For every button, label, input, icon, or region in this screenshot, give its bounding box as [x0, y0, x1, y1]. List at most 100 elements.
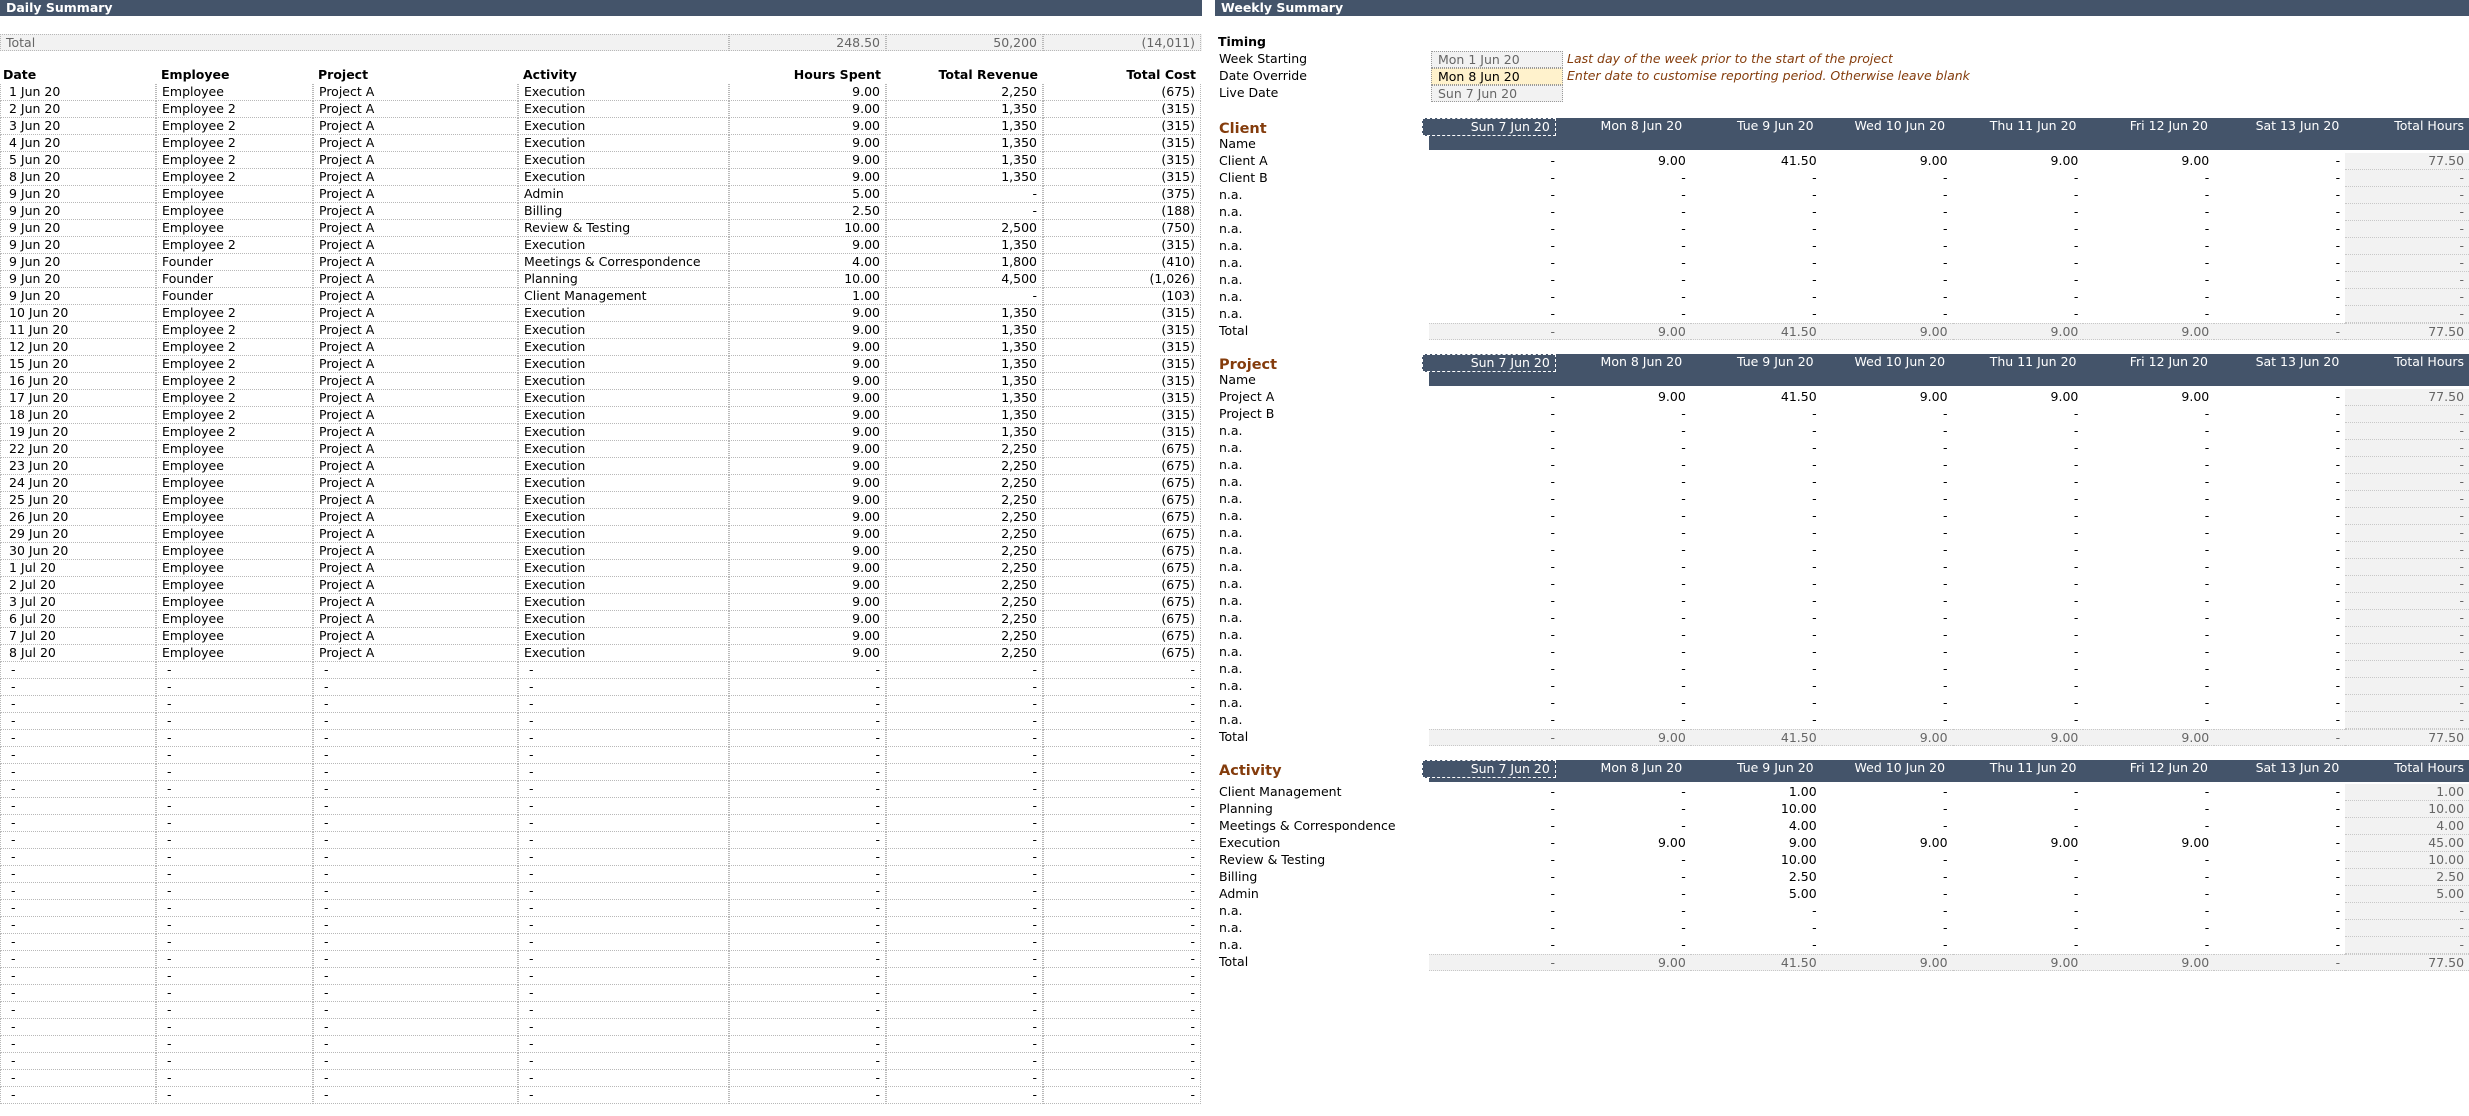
day-header[interactable]: Wed 10 Jun 20 — [1819, 760, 1950, 778]
day-header[interactable]: Sun 7 Jun 20 — [1422, 118, 1556, 136]
blank-row[interactable]: ------- — [0, 1070, 1202, 1087]
section-total-row[interactable]: Total -9.00 41.50 9.00 9.00 9.00-77.50 — [1215, 323, 2469, 340]
day-header[interactable]: Total Hours — [2344, 354, 2469, 372]
day-header[interactable]: Fri 12 Jun 20 — [2081, 760, 2212, 778]
section-row[interactable]: n.a. - - - - - - - - — [1215, 593, 2469, 610]
table-row[interactable]: 24 Jun 20 Employee Project A Execution 9.00 2… — [0, 475, 1202, 492]
table-row[interactable]: 17 Jun 20 Employee 2 Project A Execution 9.0… — [0, 390, 1202, 407]
section-row[interactable]: n.a. - - - - - - - - — [1215, 937, 2469, 954]
day-header[interactable]: Tue 9 Jun 20 — [1687, 118, 1818, 136]
blank-row[interactable]: ------- — [0, 747, 1202, 764]
section-row[interactable]: n.a. - - - - - - - - — [1215, 610, 2469, 627]
section-row[interactable]: Project B-------- — [1215, 406, 2469, 423]
day-header[interactable]: Fri 12 Jun 20 — [2081, 354, 2212, 372]
section-row[interactable]: Execution -9.00 9.00 9.00 9.00 9.00-45.00 — [1215, 835, 2469, 852]
table-row[interactable]: 19 Jun 20 Employee 2 Project A Execution 9.0… — [0, 424, 1202, 441]
section-row[interactable]: Planning - -10.00- - - -10.00 — [1215, 801, 2469, 818]
section-row[interactable]: Billing - -2.50- - - -2.50 — [1215, 869, 2469, 886]
table-row[interactable]: 2 Jul 20 Employee Project A Execution 9.00 2,… — [0, 577, 1202, 594]
blank-row[interactable]: ------- — [0, 849, 1202, 866]
section-row[interactable]: n.a. - - - - - - - - — [1215, 627, 2469, 644]
table-row[interactable]: 18 Jun 20 Employee 2 Project A Execution 9.0… — [0, 407, 1202, 424]
blank-row[interactable]: ------- — [0, 679, 1202, 696]
blank-row[interactable]: ------- — [0, 798, 1202, 815]
section-row[interactable]: n.a. - - - - - - - - — [1215, 272, 2469, 289]
table-row[interactable]: 2 Jun 20 Employee 2 Project A Execution 9.00… — [0, 101, 1202, 118]
table-row[interactable]: 29 Jun 20 Employee Project A Execution 9.00 2… — [0, 526, 1202, 543]
blank-row[interactable]: ------- — [0, 951, 1202, 968]
table-row[interactable]: 9 Jun 20 Founder Project A Planning 10.00 4,5… — [0, 271, 1202, 288]
section-row[interactable]: n.a. - - - - - - - - — [1215, 491, 2469, 508]
section-row[interactable]: n.a. - - - - - - - - — [1215, 678, 2469, 695]
section-row[interactable]: Admin - -5.00- - - -5.00 — [1215, 886, 2469, 903]
section-row[interactable]: n.a. - - - - - - - - — [1215, 423, 2469, 440]
day-header[interactable]: Tue 9 Jun 20 — [1687, 354, 1818, 372]
day-header[interactable]: Sat 13 Jun 20 — [2213, 354, 2344, 372]
section-row[interactable]: n.a. - - - - - - - - — [1215, 920, 2469, 937]
day-header[interactable]: Thu 11 Jun 20 — [1950, 354, 2081, 372]
day-header[interactable]: Total Hours — [2344, 760, 2469, 778]
table-row[interactable]: 9 Jun 20 Employee Project A Review & Testin… — [0, 220, 1202, 237]
table-row[interactable]: 12 Jun 20 Employee 2 Project A Execution 9.0… — [0, 339, 1202, 356]
blank-row[interactable]: ------- — [0, 866, 1202, 883]
day-header[interactable]: Wed 10 Jun 20 — [1819, 354, 1950, 372]
timing-input[interactable]: Mon 1 Jun 20 — [1431, 51, 1563, 68]
table-row[interactable]: 5 Jun 20 Employee 2 Project A Execution 9.00… — [0, 152, 1202, 169]
section-row[interactable]: n.a. - - - - - - - - — [1215, 695, 2469, 712]
table-row[interactable]: 1 Jul 20 Employee Project A Execution 9.00 2,… — [0, 560, 1202, 577]
blank-row[interactable]: ------- — [0, 815, 1202, 832]
blank-row[interactable]: ------- — [0, 713, 1202, 730]
blank-row[interactable]: ------- — [0, 764, 1202, 781]
table-row[interactable]: 9 Jun 20 Founder Project A Meetings & Corre… — [0, 254, 1202, 271]
section-row[interactable]: n.a. - - - - - - - - — [1215, 712, 2469, 729]
day-header[interactable]: Fri 12 Jun 20 — [2081, 118, 2212, 136]
table-row[interactable]: 9 Jun 20 Employee 2 Project A Execution 9.00… — [0, 237, 1202, 254]
table-row[interactable]: 3 Jul 20 Employee Project A Execution 9.00 2,… — [0, 594, 1202, 611]
table-row[interactable]: 15 Jun 20 Employee 2 Project A Execution 9.0… — [0, 356, 1202, 373]
day-header[interactable]: Sun 7 Jun 20 — [1422, 760, 1556, 778]
section-row[interactable]: n.a. - - - - - - - - — [1215, 238, 2469, 255]
section-total-row[interactable]: Total -9.00 41.50 9.00 9.00 9.00-77.50 — [1215, 729, 2469, 746]
blank-row[interactable]: ------- — [0, 968, 1202, 985]
section-row[interactable]: n.a. - - - - - - - - — [1215, 542, 2469, 559]
table-row[interactable]: 8 Jun 20 Employee 2 Project A Execution 9.00… — [0, 169, 1202, 186]
section-row[interactable]: n.a. - - - - - - - - — [1215, 457, 2469, 474]
table-row[interactable]: 25 Jun 20 Employee Project A Execution 9.00 2… — [0, 492, 1202, 509]
section-row[interactable]: n.a. - - - - - - - - — [1215, 474, 2469, 491]
table-row[interactable]: 26 Jun 20 Employee Project A Execution 9.00 2… — [0, 509, 1202, 526]
section-row[interactable]: Project A -9.00 41.50 9.00 9.00 9.00-77.50 — [1215, 389, 2469, 406]
day-header[interactable]: Total Hours — [2344, 118, 2469, 136]
blank-row[interactable]: ------- — [0, 1036, 1202, 1053]
table-row[interactable]: 1 Jun 20 Employee Project A Execution 9.00 2,… — [0, 84, 1202, 101]
table-row[interactable]: 3 Jun 20 Employee 2 Project A Execution 9.00… — [0, 118, 1202, 135]
blank-row[interactable]: ------- — [0, 917, 1202, 934]
section-row[interactable]: n.a. - - - - - - - - — [1215, 204, 2469, 221]
day-header[interactable]: Tue 9 Jun 20 — [1687, 760, 1818, 778]
blank-row[interactable]: ------- — [0, 696, 1202, 713]
day-header[interactable]: Mon 8 Jun 20 — [1556, 354, 1687, 372]
blank-row[interactable]: ------- — [0, 1002, 1202, 1019]
blank-row[interactable]: ------- — [0, 781, 1202, 798]
table-row[interactable]: 9 Jun 20 Employee Project A Billing 2.50- (18… — [0, 203, 1202, 220]
day-header[interactable]: Sat 13 Jun 20 — [2213, 118, 2344, 136]
section-total-row[interactable]: Total -9.00 41.50 9.00 9.00 9.00-77.50 — [1215, 954, 2469, 971]
section-row[interactable]: n.a. - - - - - - - - — [1215, 187, 2469, 204]
section-row[interactable]: n.a. - - - - - - - - — [1215, 221, 2469, 238]
table-row[interactable]: 9 Jun 20 Founder Project A Client Managemen… — [0, 288, 1202, 305]
section-row[interactable]: n.a. - - - - - - - - — [1215, 559, 2469, 576]
section-row[interactable]: n.a. - - - - - - - - — [1215, 903, 2469, 920]
blank-row[interactable]: ------- — [0, 730, 1202, 747]
table-row[interactable]: 30 Jun 20 Employee Project A Execution 9.00 2… — [0, 543, 1202, 560]
blank-row[interactable]: ------- — [0, 934, 1202, 951]
blank-row[interactable]: ------- — [0, 832, 1202, 849]
section-row[interactable]: n.a. - - - - - - - - — [1215, 255, 2469, 272]
day-header[interactable]: Wed 10 Jun 20 — [1819, 118, 1950, 136]
section-row[interactable]: n.a. - - - - - - - - — [1215, 661, 2469, 678]
table-row[interactable]: 4 Jun 20 Employee 2 Project A Execution 9.00… — [0, 135, 1202, 152]
table-row[interactable]: 22 Jun 20 Employee Project A Execution 9.00 2… — [0, 441, 1202, 458]
table-row[interactable]: 9 Jun 20 Employee Project A Admin 5.00- (375) — [0, 186, 1202, 203]
day-header[interactable]: Sun 7 Jun 20 — [1422, 354, 1556, 372]
table-row[interactable]: 16 Jun 20 Employee 2 Project A Execution 9.0… — [0, 373, 1202, 390]
blank-row[interactable]: ------- — [0, 1053, 1202, 1070]
section-row[interactable]: Client A -9.00 41.50 9.00 9.00 9.00-77.50 — [1215, 153, 2469, 170]
